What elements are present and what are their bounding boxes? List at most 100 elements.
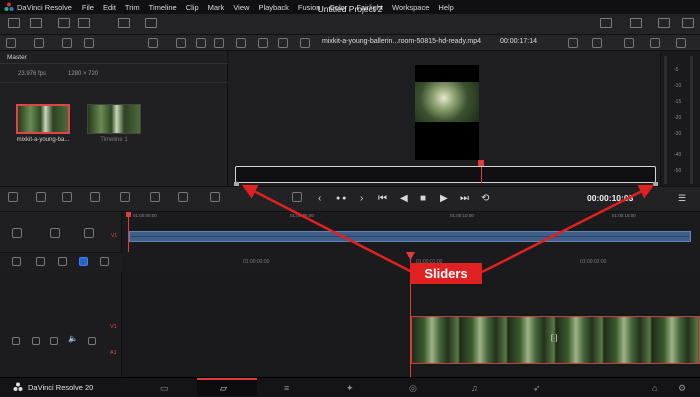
scrub-playhead[interactable] — [481, 167, 482, 183]
stop-icon[interactable]: ■ — [420, 193, 426, 204]
page-cut-icon[interactable]: ▱ — [220, 383, 227, 394]
close-up-icon[interactable] — [150, 192, 160, 202]
transitions-icon[interactable] — [58, 18, 70, 28]
jog-left-icon[interactable]: ‹ — [318, 193, 321, 204]
davinci-logo-icon — [13, 382, 23, 391]
sliders-annotation-label: Sliders — [424, 266, 468, 281]
blade-icon[interactable] — [58, 257, 67, 266]
menu-timeline[interactable]: Timeline — [149, 3, 177, 12]
clip-tools-icon[interactable] — [36, 192, 46, 202]
safe-area-icon[interactable] — [568, 38, 578, 48]
lower-track-header — [0, 272, 122, 377]
snap-icon[interactable] — [36, 257, 45, 266]
link-icon[interactable] — [84, 38, 94, 48]
ruler-tick-label: 01:00:00:00 — [133, 213, 157, 218]
headphones-icon[interactable] — [50, 337, 58, 345]
playhead-marker[interactable] — [478, 160, 484, 166]
ripple-icon[interactable] — [120, 192, 130, 202]
place-on-top-icon[interactable] — [178, 192, 188, 202]
panel-toggle-icon[interactable] — [6, 38, 16, 48]
loop-icon[interactable] — [214, 38, 224, 48]
media-clip-thumbnail[interactable] — [16, 104, 70, 134]
effects-overlay-icon[interactable] — [624, 38, 634, 48]
project-title: Untitled Project 2 — [317, 4, 383, 14]
track-lock-icon[interactable] — [12, 337, 20, 345]
meter-icon[interactable] — [676, 38, 686, 48]
clip-view-icon[interactable] — [300, 38, 310, 48]
menu-edit[interactable]: Edit — [103, 3, 116, 12]
monitor-icon[interactable] — [88, 337, 96, 345]
resolution-label: 1280 × 720 — [68, 71, 99, 77]
menu-mark[interactable]: Mark — [208, 3, 225, 12]
menu-help[interactable]: Help — [438, 3, 453, 12]
speaker-icon[interactable]: 🔈 — [68, 334, 78, 343]
snip-icon[interactable] — [292, 192, 302, 202]
ruler-tick-label: 01:00:05:00 — [290, 213, 314, 218]
viewer-menu-icon[interactable]: ☰ — [678, 193, 686, 204]
search-icon[interactable] — [176, 38, 186, 48]
menu-clip[interactable]: Clip — [186, 3, 199, 12]
menu-trim[interactable]: Trim — [125, 3, 140, 12]
menu-view[interactable]: View — [233, 3, 249, 12]
append-icon[interactable] — [90, 192, 100, 202]
effects-icon[interactable] — [118, 18, 130, 28]
play-icon[interactable]: ▶ — [440, 193, 448, 204]
inspector-icon[interactable] — [658, 18, 670, 28]
settings-gear-icon[interactable]: ⚙ — [678, 383, 686, 394]
page-color-icon[interactable]: ◎ — [409, 383, 417, 394]
upper-playhead[interactable] — [128, 212, 129, 252]
last-frame-icon[interactable]: ⏭ — [460, 193, 469, 204]
meter-label: -40 — [674, 152, 682, 158]
clip-duration-timecode: 00:00:17:14 — [500, 38, 537, 45]
viewer-mode-icon[interactable] — [236, 38, 246, 48]
jog-right-icon[interactable]: › — [360, 193, 363, 204]
sync-bin-icon[interactable] — [30, 18, 42, 28]
settings-icon[interactable] — [682, 18, 694, 28]
zoom-icon[interactable] — [100, 257, 109, 266]
audio-icon[interactable] — [650, 38, 660, 48]
source-tape-icon[interactable] — [258, 38, 268, 48]
sort-icon[interactable] — [196, 38, 206, 48]
refresh-icon[interactable] — [62, 38, 72, 48]
upper-playhead-marker[interactable] — [126, 212, 131, 217]
page-edit-icon[interactable]: ≡ — [284, 383, 289, 393]
reverse-play-icon[interactable]: ◀ — [400, 193, 408, 204]
loop-playback-icon[interactable]: ⟲ — [481, 193, 489, 204]
ruler-tick-label: 01:00:02:00 — [580, 259, 607, 265]
timeline-view-icon[interactable] — [278, 38, 288, 48]
menu-file[interactable]: File — [82, 3, 94, 12]
track-lock-icon[interactable] — [32, 337, 40, 345]
home-icon[interactable]: ⌂ — [652, 383, 657, 393]
davinci-logo-icon — [4, 2, 14, 11]
jog-dots-icon[interactable]: ● ● — [336, 195, 346, 202]
grid-view-icon[interactable] — [148, 38, 158, 48]
timeline-thumbnail[interactable] — [87, 104, 141, 134]
export-icon[interactable] — [600, 18, 612, 28]
display-mode-icon[interactable] — [592, 38, 602, 48]
active-page-indicator — [197, 378, 257, 396]
titles-icon[interactable] — [78, 18, 90, 28]
bin-master-label[interactable]: Master — [7, 54, 27, 61]
media-pool-icon[interactable] — [8, 18, 20, 28]
track-options-icon[interactable] — [12, 228, 22, 238]
page-media-icon[interactable]: ▭ — [160, 383, 169, 394]
fullscreen-icon[interactable] — [630, 18, 642, 28]
audio-meter-bar — [690, 56, 693, 184]
viewer-scrub-bar[interactable] — [235, 166, 656, 183]
meter-label: -10 — [674, 83, 682, 89]
smart-insert-icon[interactable] — [62, 192, 72, 202]
marker-icon[interactable] — [79, 257, 88, 266]
first-frame-icon[interactable]: ⏮ — [378, 193, 387, 204]
track-visibility-icon[interactable] — [84, 228, 94, 238]
layout-icon[interactable] — [8, 192, 18, 202]
source-overwrite-icon[interactable] — [210, 192, 220, 202]
clip-transition-marker[interactable]: [·] — [551, 335, 557, 342]
track-height-icon[interactable] — [12, 257, 21, 266]
page-fairlight-icon[interactable]: ♫ — [471, 383, 478, 393]
page-deliver-icon[interactable]: ➶ — [533, 383, 541, 394]
track-lock-icon[interactable] — [50, 228, 60, 238]
page-fusion-icon[interactable]: ✦ — [346, 383, 354, 394]
ruler-tick-label: 01:00:00:00 — [243, 259, 270, 265]
quick-export-icon[interactable] — [145, 18, 157, 28]
import-media-icon[interactable] — [34, 38, 44, 48]
